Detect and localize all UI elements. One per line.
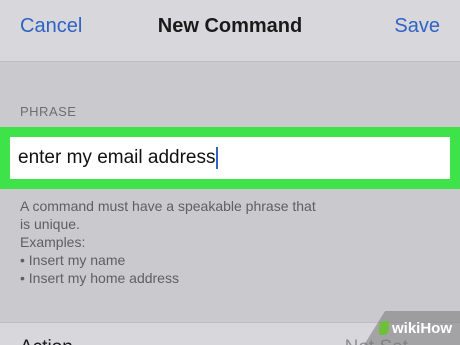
- save-button[interactable]: Save: [394, 15, 440, 38]
- phrase-footer-note: A command must have a speakable phrase t…: [20, 197, 420, 287]
- footer-line: Examples:: [20, 234, 86, 250]
- watermark-text: wikiHow: [391, 319, 452, 337]
- phrase-input[interactable]: enter my email address: [10, 137, 450, 179]
- footer-line: A command must have a speakable phrase t…: [20, 198, 316, 214]
- navigation-bar: Cancel New Command Save: [0, 0, 460, 62]
- new-command-screen: Cancel New Command Save PHRASE enter my …: [0, 0, 460, 345]
- footer-line: • Insert my name: [20, 252, 126, 268]
- page-title: New Command: [157, 15, 303, 37]
- action-label: Action: [20, 337, 73, 345]
- footer-line: • Insert my home address: [20, 270, 179, 286]
- phrase-input-value: enter my email address: [18, 147, 216, 168]
- phrase-section-header: PHRASE: [20, 104, 77, 119]
- text-cursor: [216, 147, 219, 169]
- footer-line: is unique.: [20, 216, 80, 232]
- leaf-icon: [378, 321, 389, 335]
- wikihow-watermark: wikiHow: [364, 311, 460, 345]
